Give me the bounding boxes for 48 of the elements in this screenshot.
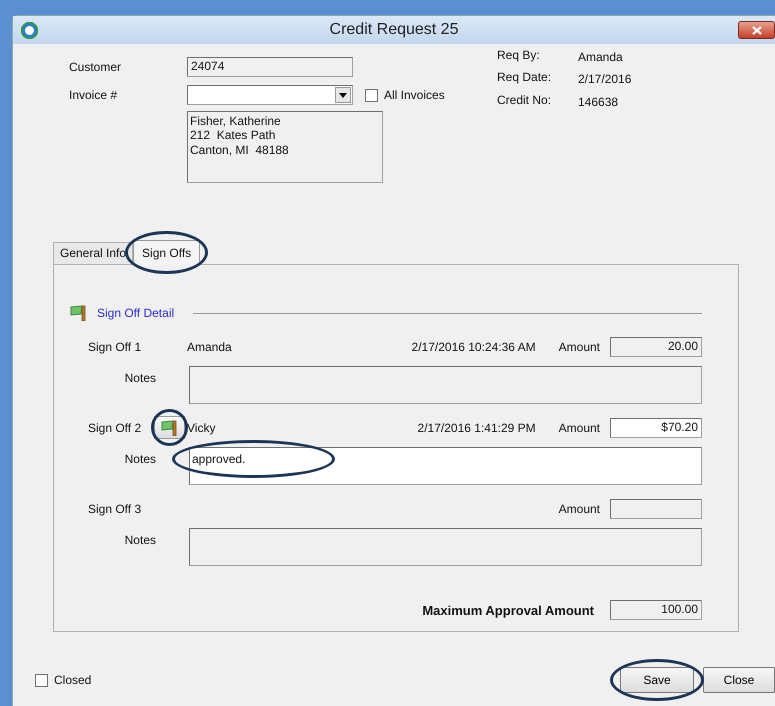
amount-label: Amount (558, 420, 600, 436)
checkbox[interactable] (365, 88, 378, 102)
flag-icon (160, 420, 178, 436)
timestamp: 2/17/2016 10:24:36 AM (412, 340, 536, 354)
max-approval-field: 100.00 (610, 600, 702, 620)
notes-label: Notes (124, 370, 156, 388)
checkbox[interactable] (35, 674, 48, 686)
amount-field[interactable]: $70.20 (610, 418, 702, 438)
save-button[interactable]: Save (620, 667, 694, 693)
info-label: Req By: (497, 48, 541, 62)
close-button[interactable] (738, 21, 775, 39)
flag-button[interactable] (154, 416, 185, 440)
notes-field[interactable] (189, 528, 702, 566)
field-label: Invoice # (69, 88, 118, 102)
checkbox-label: Closed (54, 672, 92, 688)
field-label: Customer (69, 60, 122, 74)
invoice-dropdown[interactable] (187, 85, 353, 105)
signoff-label: Sign Off 1 (88, 340, 142, 354)
timestamp: 2/17/2016 1:41:29 PM (418, 420, 536, 436)
notes-field[interactable]: approved. (189, 447, 702, 486)
customer-field[interactable]: 24074 (187, 57, 353, 77)
tab[interactable]: General Info (53, 242, 134, 264)
window-title: Credit Request 25 (328, 20, 460, 40)
field-label: Maximum Approval Amount (422, 602, 594, 618)
signoff-label: Sign Off 3 (88, 502, 142, 516)
flag-icon (70, 305, 88, 322)
amount-field[interactable] (610, 498, 702, 519)
notes-label: Notes (124, 532, 156, 550)
section-title: Sign Off Detail (97, 306, 174, 321)
notes-label: Notes (124, 451, 156, 468)
info-value: Amanda (578, 50, 623, 64)
close-button[interactable]: Close (703, 667, 775, 693)
amount-label: Amount (558, 502, 600, 516)
amount-field[interactable]: 20.00 (610, 336, 702, 357)
close-icon (752, 26, 762, 34)
signer-name: Amanda (187, 340, 233, 354)
signoff-label: Sign Off 2 (88, 420, 142, 436)
info-label: Req Date: (497, 70, 552, 85)
info-value: 2/17/2016 (578, 72, 632, 87)
signer-name: Vicky (187, 420, 216, 436)
info-label: Credit No: (497, 92, 552, 108)
app-logo-icon (21, 22, 38, 38)
checkbox-label: All Invoices (384, 88, 445, 102)
tab[interactable]: Sign Offs (133, 240, 200, 266)
address-box: Fisher, Katherine 212 Kates Path Canton, MI 48188 (187, 111, 383, 183)
notes-field[interactable] (189, 366, 702, 404)
info-value: 146638 (578, 94, 618, 110)
amount-label: Amount (558, 340, 600, 354)
